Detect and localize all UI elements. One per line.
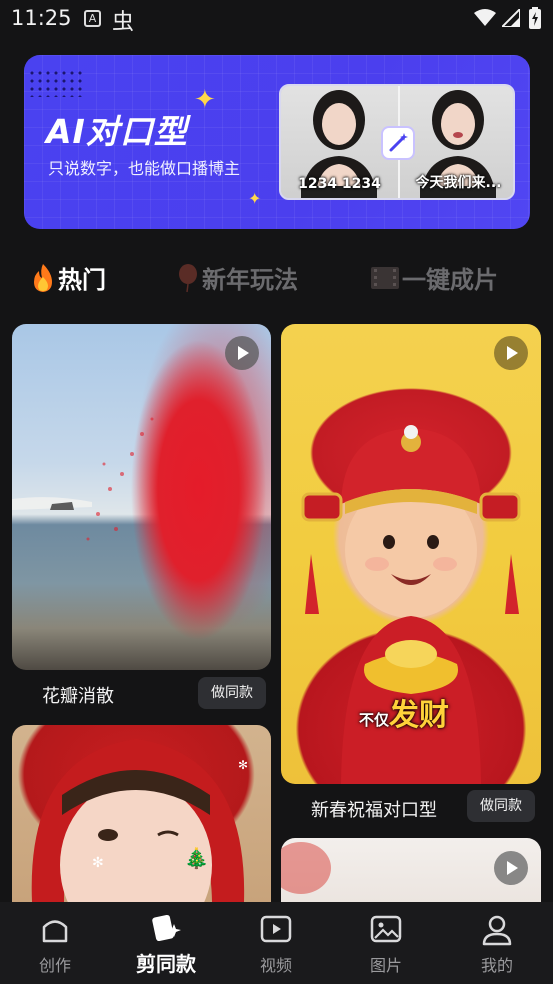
nav-label: 图片 — [369, 956, 402, 975]
template-card-new-year-blessing[interactable]: 不仅发财 新春祝福对口型 做同款 — [281, 324, 541, 828]
sparkle-icon: ✦ — [248, 189, 262, 208]
play-button[interactable] — [225, 336, 259, 370]
play-button[interactable] — [494, 336, 528, 370]
caption-small: 不仅 — [359, 711, 390, 729]
nav-image[interactable]: 图片 — [336, 902, 436, 984]
app-screen: 11:25 A 虫 ✦ ✦ AI对口型 只说数字，也能做口播博主 1234 12… — [0, 0, 553, 984]
status-bar: 11:25 A 虫 — [0, 0, 553, 40]
bug-notification-icon: 虫 — [112, 10, 135, 35]
caption-big: 发财 — [389, 698, 450, 733]
video-icon — [260, 915, 292, 943]
template-card-winter-girl[interactable]: 🎄 ✻ ✻ — [12, 725, 271, 902]
template-title: 花瓣消散 — [42, 686, 114, 707]
fire-icon — [34, 263, 52, 292]
template-thumbnail — [12, 324, 271, 670]
template-icon — [152, 914, 181, 942]
battery-icon — [529, 7, 541, 29]
dot-pattern — [28, 69, 82, 97]
tab-one-click[interactable]: 一键成片 — [370, 260, 498, 295]
nav-label: 视频 — [259, 956, 292, 975]
tab-label: 热门 — [58, 266, 106, 294]
status-time: 11:25 — [11, 6, 72, 30]
before-after-preview: 1234 1234 今天我们来... — [279, 84, 515, 200]
play-button[interactable] — [494, 851, 528, 885]
tab-label: 一键成片 — [402, 266, 498, 294]
banner-title: AI对口型 — [46, 112, 188, 151]
nav-profile[interactable]: 我的 — [447, 902, 547, 984]
before-caption: 1234 1234 — [298, 176, 381, 192]
make-same-button[interactable]: 做同款 — [198, 677, 266, 709]
svg-text:✻: ✻ — [238, 758, 248, 772]
nav-templates[interactable]: 剪同款 — [116, 902, 216, 984]
tab-hot[interactable]: 热门 — [30, 260, 106, 295]
sparkle-icon: ✦ — [194, 85, 216, 115]
category-tabs: 热门 新年玩法 一键成片 — [30, 260, 530, 300]
template-thumbnail — [281, 838, 541, 902]
bottom-navigation: 创作 剪同款 视频 图片 我的 — [0, 902, 553, 984]
signal-icon — [502, 9, 520, 27]
magic-wand-icon — [381, 126, 415, 160]
make-same-button[interactable]: 做同款 — [467, 790, 535, 822]
template-thumbnail: 🎄 ✻ ✻ — [12, 725, 271, 902]
balloon-icon — [179, 263, 197, 292]
home-icon — [42, 920, 68, 943]
after-caption: 今天我们来... — [415, 175, 502, 191]
template-thumbnail: 不仅发财 — [281, 324, 541, 784]
tab-label: 新年玩法 — [202, 266, 298, 294]
nav-label: 创作 — [38, 956, 71, 975]
banner-subtitle: 只说数字，也能做口播博主 — [48, 159, 241, 178]
profile-icon — [482, 915, 512, 946]
after-portrait: 今天我们来... — [400, 86, 513, 198]
svg-text:🎄: 🎄 — [184, 846, 209, 870]
a-notification-icon: A — [84, 10, 101, 27]
wifi-icon — [474, 9, 496, 26]
nav-label: 我的 — [480, 956, 513, 975]
template-card-petals[interactable]: 花瓣消散 做同款 — [12, 324, 271, 714]
video-caption-overlay: 不仅发财 — [359, 690, 449, 734]
tab-new-year[interactable]: 新年玩法 — [176, 260, 298, 295]
nav-create[interactable]: 创作 — [5, 902, 105, 984]
nav-label: 剪同款 — [136, 952, 196, 976]
film-icon — [371, 266, 399, 289]
template-card-partial[interactable] — [281, 838, 541, 902]
nav-video[interactable]: 视频 — [226, 902, 326, 984]
template-title: 新春祝福对口型 — [311, 800, 437, 821]
svg-text:✻: ✻ — [92, 855, 104, 871]
image-icon — [370, 915, 402, 943]
ai-lip-sync-banner[interactable]: ✦ ✦ AI对口型 只说数字，也能做口播博主 1234 1234 今天我们来..… — [24, 55, 530, 229]
